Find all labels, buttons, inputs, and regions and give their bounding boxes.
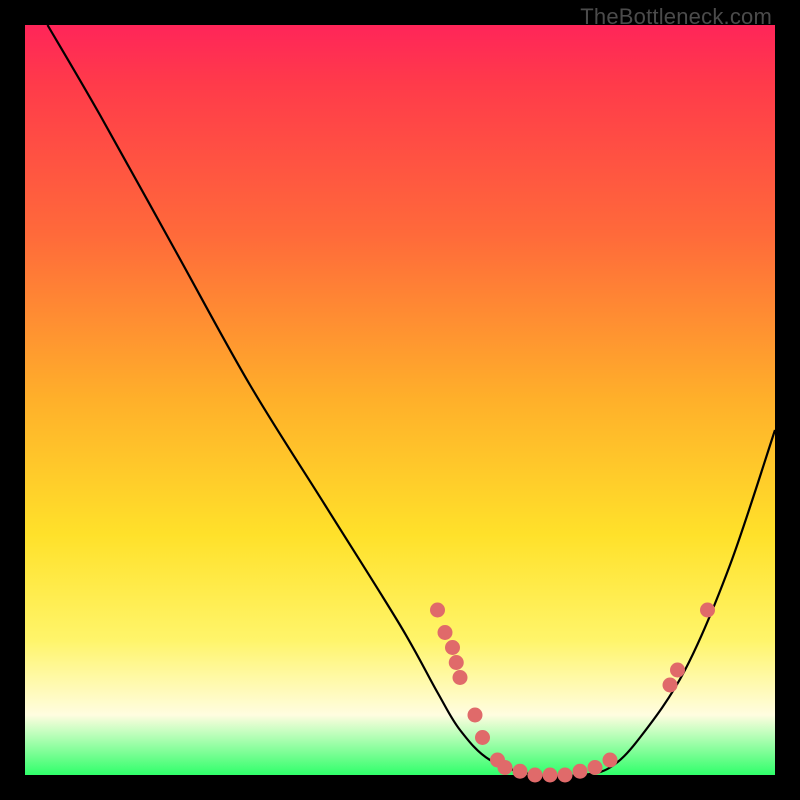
data-point (498, 760, 513, 775)
data-point (445, 640, 460, 655)
data-point (468, 708, 483, 723)
data-point (700, 603, 715, 618)
plot-frame (25, 25, 775, 775)
data-point (573, 764, 588, 779)
data-point (588, 760, 603, 775)
data-point (430, 603, 445, 618)
data-point (475, 730, 490, 745)
data-point (558, 768, 573, 783)
data-point (438, 625, 453, 640)
data-point (543, 768, 558, 783)
data-point (513, 764, 528, 779)
data-point (449, 655, 464, 670)
data-point (453, 670, 468, 685)
data-point (528, 768, 543, 783)
data-point (663, 678, 678, 693)
bottleneck-curve (48, 25, 776, 776)
data-point (603, 753, 618, 768)
data-point (670, 663, 685, 678)
plot-svg (25, 25, 775, 775)
